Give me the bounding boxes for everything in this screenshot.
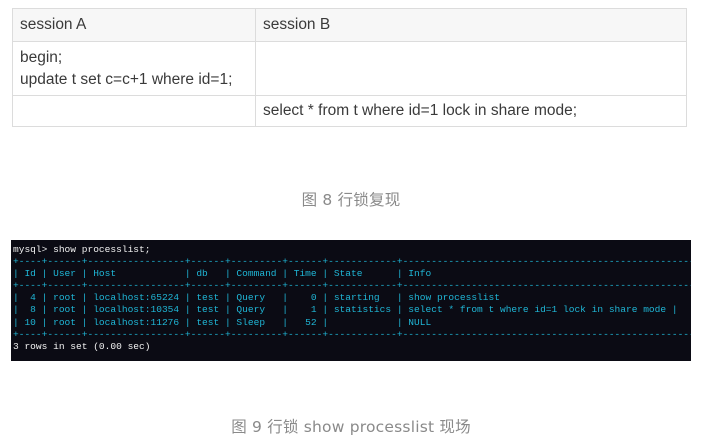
figure-9-caption: 图 9 行锁 show processlist 现场 xyxy=(231,418,471,436)
rows-summary: 3 rows in set (0.00 sec) xyxy=(13,340,151,352)
table-header-row: session A session B xyxy=(12,8,687,42)
processlist-row: | 8 | root | localhost:10354 | test | Qu… xyxy=(13,304,678,316)
terminal-command: mysql> show processlist; xyxy=(13,244,151,255)
table-row: begin; update t set c=c+1 where id=1; xyxy=(12,41,687,96)
session-table: session A session B begin; update t set … xyxy=(12,8,687,127)
cell-session-b xyxy=(255,41,687,96)
terminal-screenshot: mysql> show processlist; +----+------+---… xyxy=(11,240,691,361)
cell-session-b: select * from t where id=1 lock in share… xyxy=(255,95,687,127)
header-session-a: session A xyxy=(12,8,256,42)
processlist-row: | 4 | root | localhost:65224 | test | Qu… xyxy=(13,292,691,304)
table-border: +----+------+-----------------+------+--… xyxy=(13,328,691,340)
processlist-header: | Id | User | Host | db | Command | Time… xyxy=(13,268,691,280)
table-border: +----+------+-----------------+------+--… xyxy=(13,256,691,268)
cell-line: select * from t where id=1 lock in share… xyxy=(263,102,578,119)
terminal-output: mysql> show processlist; +----+------+---… xyxy=(11,240,691,353)
header-session-b: session B xyxy=(255,8,687,42)
cell-line: update t set c=c+1 where id=1; xyxy=(20,70,233,88)
cell-session-a xyxy=(12,95,256,127)
cell-session-a: begin; update t set c=c+1 where id=1; xyxy=(12,41,256,96)
cell-line: begin; xyxy=(20,48,63,66)
table-row: select * from t where id=1 lock in share… xyxy=(12,95,687,127)
figure-8-caption: 图 8 行锁复现 xyxy=(301,191,401,209)
table-border: +----+------+-----------------+------+--… xyxy=(13,280,691,292)
processlist-row: | 10 | root | localhost:11276 | test | S… xyxy=(13,316,691,328)
